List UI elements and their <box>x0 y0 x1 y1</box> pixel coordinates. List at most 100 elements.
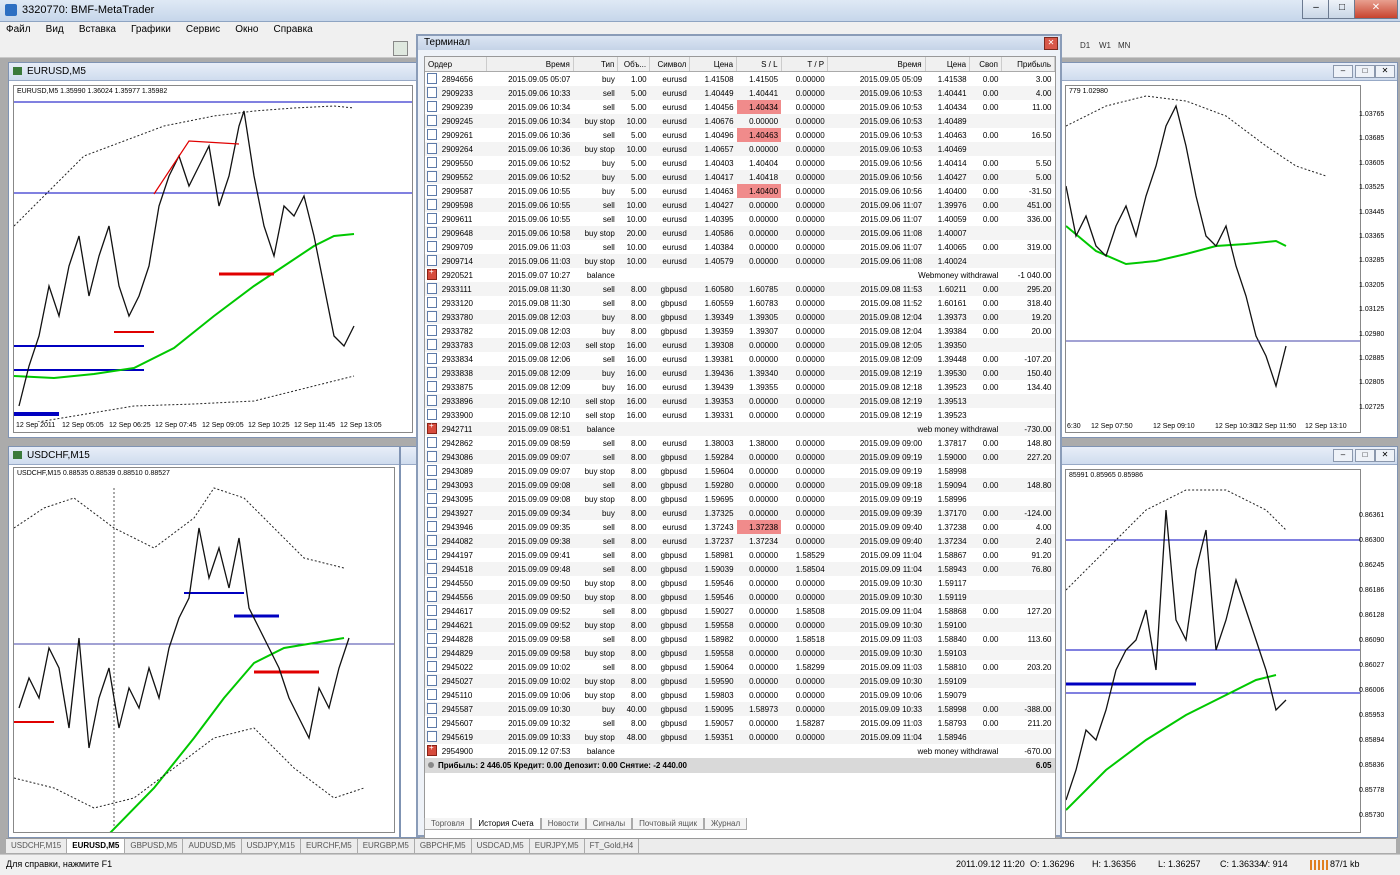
table-row[interactable]: 2909550 2015.09.06 10:52 buy 5.00 eurusd 1.40… <box>425 156 1055 170</box>
close-button[interactable]: ✕ <box>1354 0 1398 19</box>
chart-usdchf[interactable]: USDCHF,M15 0.88535 0.88539 0.88510 0.885… <box>13 467 395 833</box>
minimize-button[interactable]: – <box>1302 0 1330 19</box>
tab-journal[interactable]: Журнал <box>703 818 748 830</box>
table-row[interactable]: 2909648 2015.09.06 10:58 buy stop 20.00 euru… <box>425 226 1055 240</box>
table-row[interactable]: 2944829 2015.09.09 09:58 buy stop 8.00 gbpus… <box>425 646 1055 660</box>
chart-eurusd[interactable]: EURUSD,M5 1.35990 1.36024 1.35977 1.3598… <box>13 85 413 433</box>
table-row[interactable]: 2944617 2015.09.09 09:52 sell 8.00 gbpusd 1.5… <box>425 604 1055 618</box>
table-row[interactable]: 2933834 2015.09.08 12:06 sell 16.00 eurusd 1.… <box>425 352 1055 366</box>
table-row[interactable]: 2945110 2015.09.09 10:06 buy stop 8.00 gbpus… <box>425 688 1055 702</box>
chart-tab-ft-gold[interactable]: FT_Gold,H4 <box>585 839 640 853</box>
chart-window-right-top[interactable]: – □ ✕ 779 1.02980 1.03765 1.03685 1.0360… <box>1060 62 1398 438</box>
table-row[interactable]: 2944518 2015.09.09 09:48 sell 8.00 gbpusd 1.5… <box>425 562 1055 576</box>
table-row[interactable]: 2942862 2015.09.09 08:59 sell 8.00 eurusd 1.3… <box>425 436 1055 450</box>
col-header-close-time[interactable]: Время <box>827 57 926 72</box>
table-row[interactable]: 2944197 2015.09.09 09:41 sell 8.00 gbpusd 1.5… <box>425 548 1055 562</box>
table-row[interactable]: 2944082 2015.09.09 09:38 sell 8.00 eurusd 1.3… <box>425 534 1055 548</box>
table-row[interactable]: 2909233 2015.09.06 10:33 sell 5.00 eurusd 1.4… <box>425 86 1055 100</box>
table-row[interactable]: 2909611 2015.09.06 10:55 sell 10.00 eurusd 1.… <box>425 212 1055 226</box>
table-row[interactable]: 2909714 2015.09.06 11:03 buy stop 10.00 euru… <box>425 254 1055 268</box>
table-row[interactable]: 2945619 2015.09.09 10:33 buy stop 48.00 gbpu… <box>425 730 1055 744</box>
table-row[interactable]: 2933896 2015.09.08 12:10 sell stop 16.00 eur… <box>425 394 1055 408</box>
table-row[interactable]: 2909261 2015.09.06 10:36 sell 5.00 eurusd 1.4… <box>425 128 1055 142</box>
terminal-window[interactable]: Терминал ✕ Ордер Время Тип Объ... Символ… <box>416 34 1062 842</box>
table-row[interactable]: 2944621 2015.09.09 09:52 buy stop 8.00 gbpus… <box>425 618 1055 632</box>
chart-tab-eurchf[interactable]: EURCHF,M5 <box>301 839 358 853</box>
table-row[interactable]: 2943089 2015.09.09 09:07 buy stop 8.00 gbpus… <box>425 464 1055 478</box>
table-row[interactable]: 2944828 2015.09.09 09:58 sell 8.00 gbpusd 1.5… <box>425 632 1055 646</box>
table-row[interactable]: 2943095 2015.09.09 09:08 buy stop 8.00 gbpus… <box>425 492 1055 506</box>
menu-insert[interactable]: Вставка <box>73 22 122 38</box>
chart-right-top[interactable]: 779 1.02980 <box>1065 85 1361 433</box>
menu-view[interactable]: Вид <box>40 22 70 38</box>
col-header-time[interactable]: Время <box>486 57 574 72</box>
timeframe-d1-button[interactable]: D1 <box>1080 41 1090 50</box>
table-row[interactable]: 2909587 2015.09.06 10:55 buy 5.00 eurusd 1.40… <box>425 184 1055 198</box>
table-row[interactable]: 2909245 2015.09.06 10:34 buy stop 10.00 euru… <box>425 114 1055 128</box>
chart-maximize-button[interactable]: □ <box>1355 65 1375 78</box>
col-header-price[interactable]: Цена <box>689 57 738 72</box>
table-row[interactable]: 2944556 2015.09.09 09:50 buy stop 8.00 gbpus… <box>425 590 1055 604</box>
table-row[interactable]: 2943086 2015.09.09 09:07 sell 8.00 gbpusd 1.5… <box>425 450 1055 464</box>
terminal-close-button[interactable]: ✕ <box>1044 37 1058 50</box>
table-row[interactable]: 2909239 2015.09.06 10:34 sell 5.00 eurusd 1.4… <box>425 100 1055 114</box>
table-row[interactable]: 2945027 2015.09.09 10:02 buy stop 8.00 gbpus… <box>425 674 1055 688</box>
col-header-tp[interactable]: T / P <box>781 57 829 72</box>
table-row[interactable]: 2909598 2015.09.06 10:55 sell 10.00 eurusd 1.… <box>425 198 1055 212</box>
chart-tab-usdcad[interactable]: USDCAD,M5 <box>472 839 530 853</box>
tab-account-history[interactable]: История Счета <box>471 818 541 830</box>
chart-tab-gbpchf[interactable]: GBPCHF,M5 <box>415 839 472 853</box>
chart-tab-audusd[interactable]: AUDUSD,M5 <box>183 839 242 853</box>
maximize-button[interactable]: □ <box>1328 0 1356 19</box>
table-row[interactable]: 2933780 2015.09.08 12:03 buy 8.00 gbpusd 1.39… <box>425 310 1055 324</box>
chart-maximize-button[interactable]: □ <box>1355 449 1375 462</box>
chart-close-button[interactable]: ✕ <box>1375 449 1395 462</box>
table-row[interactable]: 2933783 2015.09.08 12:03 sell stop 16.00 eur… <box>425 338 1055 352</box>
menu-file[interactable]: Файл <box>0 22 37 38</box>
tab-mailbox[interactable]: Почтовый ящик <box>632 818 704 830</box>
chart-window-right-bottom[interactable]: – □ ✕ 85991 0.85965 0.85986 0.86361 0.86… <box>1060 446 1398 838</box>
table-row[interactable]: 2909264 2015.09.06 10:36 buy stop 10.00 euru… <box>425 142 1055 156</box>
table-row[interactable]: 2933875 2015.09.08 12:09 buy 16.00 eurusd 1.3… <box>425 380 1055 394</box>
table-row[interactable]: 2933111 2015.09.08 11:30 sell 8.00 gbpusd 1.6… <box>425 282 1055 296</box>
toolbar-chart-icon[interactable] <box>393 41 408 56</box>
balance-row[interactable]: 2920521 2015.09.07 10:27 balance Webmoney w… <box>425 268 1055 282</box>
col-header-type[interactable]: Тип <box>573 57 619 72</box>
table-row[interactable]: 2944550 2015.09.09 09:50 buy stop 8.00 gbpus… <box>425 576 1055 590</box>
col-header-swap[interactable]: Своп <box>969 57 1002 72</box>
chart-tab-usdjpy[interactable]: USDJPY,M15 <box>242 839 301 853</box>
chart-tab-eurgbp[interactable]: EURGBP,M5 <box>358 839 415 853</box>
table-row[interactable]: 2933838 2015.09.08 12:09 buy 16.00 eurusd 1.3… <box>425 366 1055 380</box>
col-header-close-price[interactable]: Цена <box>925 57 971 72</box>
col-header-sl[interactable]: S / L <box>736 57 782 72</box>
chart-right-bottom[interactable]: 85991 0.85965 0.85986 <box>1065 469 1361 833</box>
col-header-order[interactable]: Ордер <box>425 57 487 72</box>
chart-minimize-button[interactable]: – <box>1333 65 1353 78</box>
table-row[interactable]: 2943093 2015.09.09 09:08 sell 8.00 gbpusd 1.5… <box>425 478 1055 492</box>
table-row[interactable]: 2933782 2015.09.08 12:03 buy 8.00 gbpusd 1.39… <box>425 324 1055 338</box>
chart-tab-gbpusd[interactable]: GBPUSD,M5 <box>125 839 184 853</box>
table-row[interactable]: 2945607 2015.09.09 10:32 sell 8.00 gbpusd 1.5… <box>425 716 1055 730</box>
chart-tab-eurusd[interactable]: EURUSD,M5 <box>67 839 126 853</box>
menu-tools[interactable]: Сервис <box>180 22 226 38</box>
timeframe-w1-button[interactable]: W1 <box>1099 41 1111 50</box>
chart-window-usdchf[interactable]: USDCHF,M15 USDCHF,M15 0.88535 0.88539 0.… <box>8 446 400 838</box>
table-row[interactable]: 2945022 2015.09.09 10:02 sell 8.00 gbpusd 1.5… <box>425 660 1055 674</box>
table-row[interactable]: 2909552 2015.09.06 10:52 buy 5.00 eurusd 1.40… <box>425 170 1055 184</box>
table-row[interactable]: 2945587 2015.09.09 10:30 buy 40.00 gbpusd 1.5… <box>425 702 1055 716</box>
table-row[interactable]: 2943927 2015.09.09 09:34 buy 8.00 eurusd 1.37… <box>425 506 1055 520</box>
tab-trade[interactable]: Торговля <box>424 818 472 830</box>
menu-help[interactable]: Справка <box>268 22 319 38</box>
menu-window[interactable]: Окно <box>229 22 264 38</box>
table-row[interactable]: 2943946 2015.09.09 09:35 sell 8.00 eurusd 1.3… <box>425 520 1055 534</box>
balance-row[interactable]: 2954900 2015.09.12 07:53 balance web money … <box>425 744 1055 758</box>
chart-tab-usdchf[interactable]: USDCHF,M15 <box>6 839 68 853</box>
col-header-volume[interactable]: Объ... <box>617 57 651 72</box>
table-row[interactable]: 2894656 2015.09.05 05:07 buy 1.00 eurusd 1.41… <box>425 72 1055 87</box>
table-row[interactable]: 2933120 2015.09.08 11:30 sell 8.00 gbpusd 1.6… <box>425 296 1055 310</box>
chart-minimize-button[interactable]: – <box>1333 449 1353 462</box>
chart-close-button[interactable]: ✕ <box>1375 65 1395 78</box>
col-header-profit[interactable]: Прибыль <box>1001 57 1056 72</box>
col-header-symbol[interactable]: Символ <box>649 57 691 72</box>
tab-news[interactable]: Новости <box>540 818 586 830</box>
